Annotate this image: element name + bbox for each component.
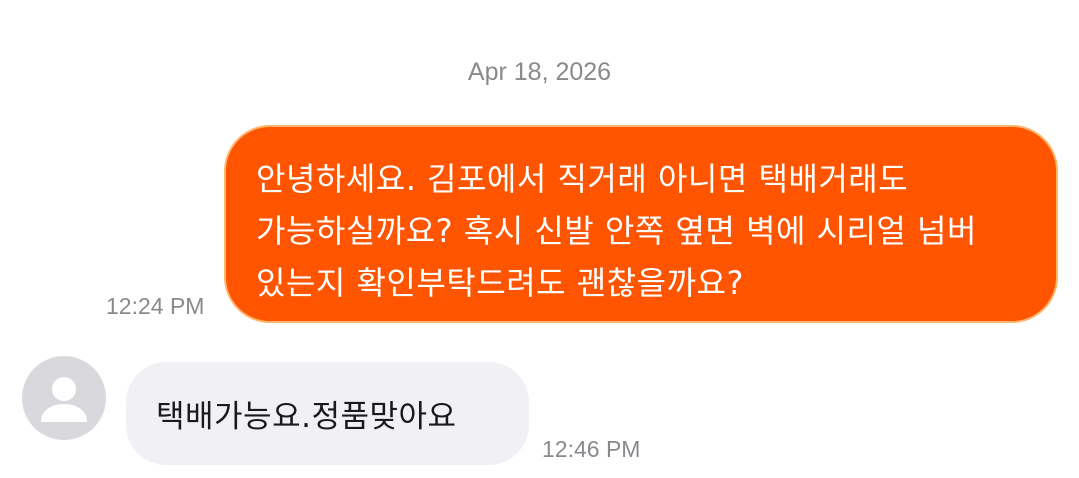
outgoing-message-time: 12:24 PM <box>106 293 205 319</box>
incoming-message-text: 택배가능요.정품맞아요 <box>156 399 457 435</box>
outgoing-message-text: 안녕하세요. 김포에서 직거래 아니면 택배거래도 가능하실까요? 혹시 신발 … <box>256 160 977 302</box>
sender-avatar[interactable] <box>22 356 106 440</box>
date-separator: Apr 18, 2026 <box>467 58 612 86</box>
outgoing-message-bubble[interactable]: 안녕하세요. 김포에서 직거래 아니면 택배거래도 가능하실까요? 혹시 신발 … <box>224 125 1058 323</box>
default-user-icon <box>41 377 87 422</box>
incoming-message-bubble[interactable]: 택배가능요.정품맞아요 <box>126 362 529 465</box>
incoming-message-time: 12:46 PM <box>542 436 641 462</box>
